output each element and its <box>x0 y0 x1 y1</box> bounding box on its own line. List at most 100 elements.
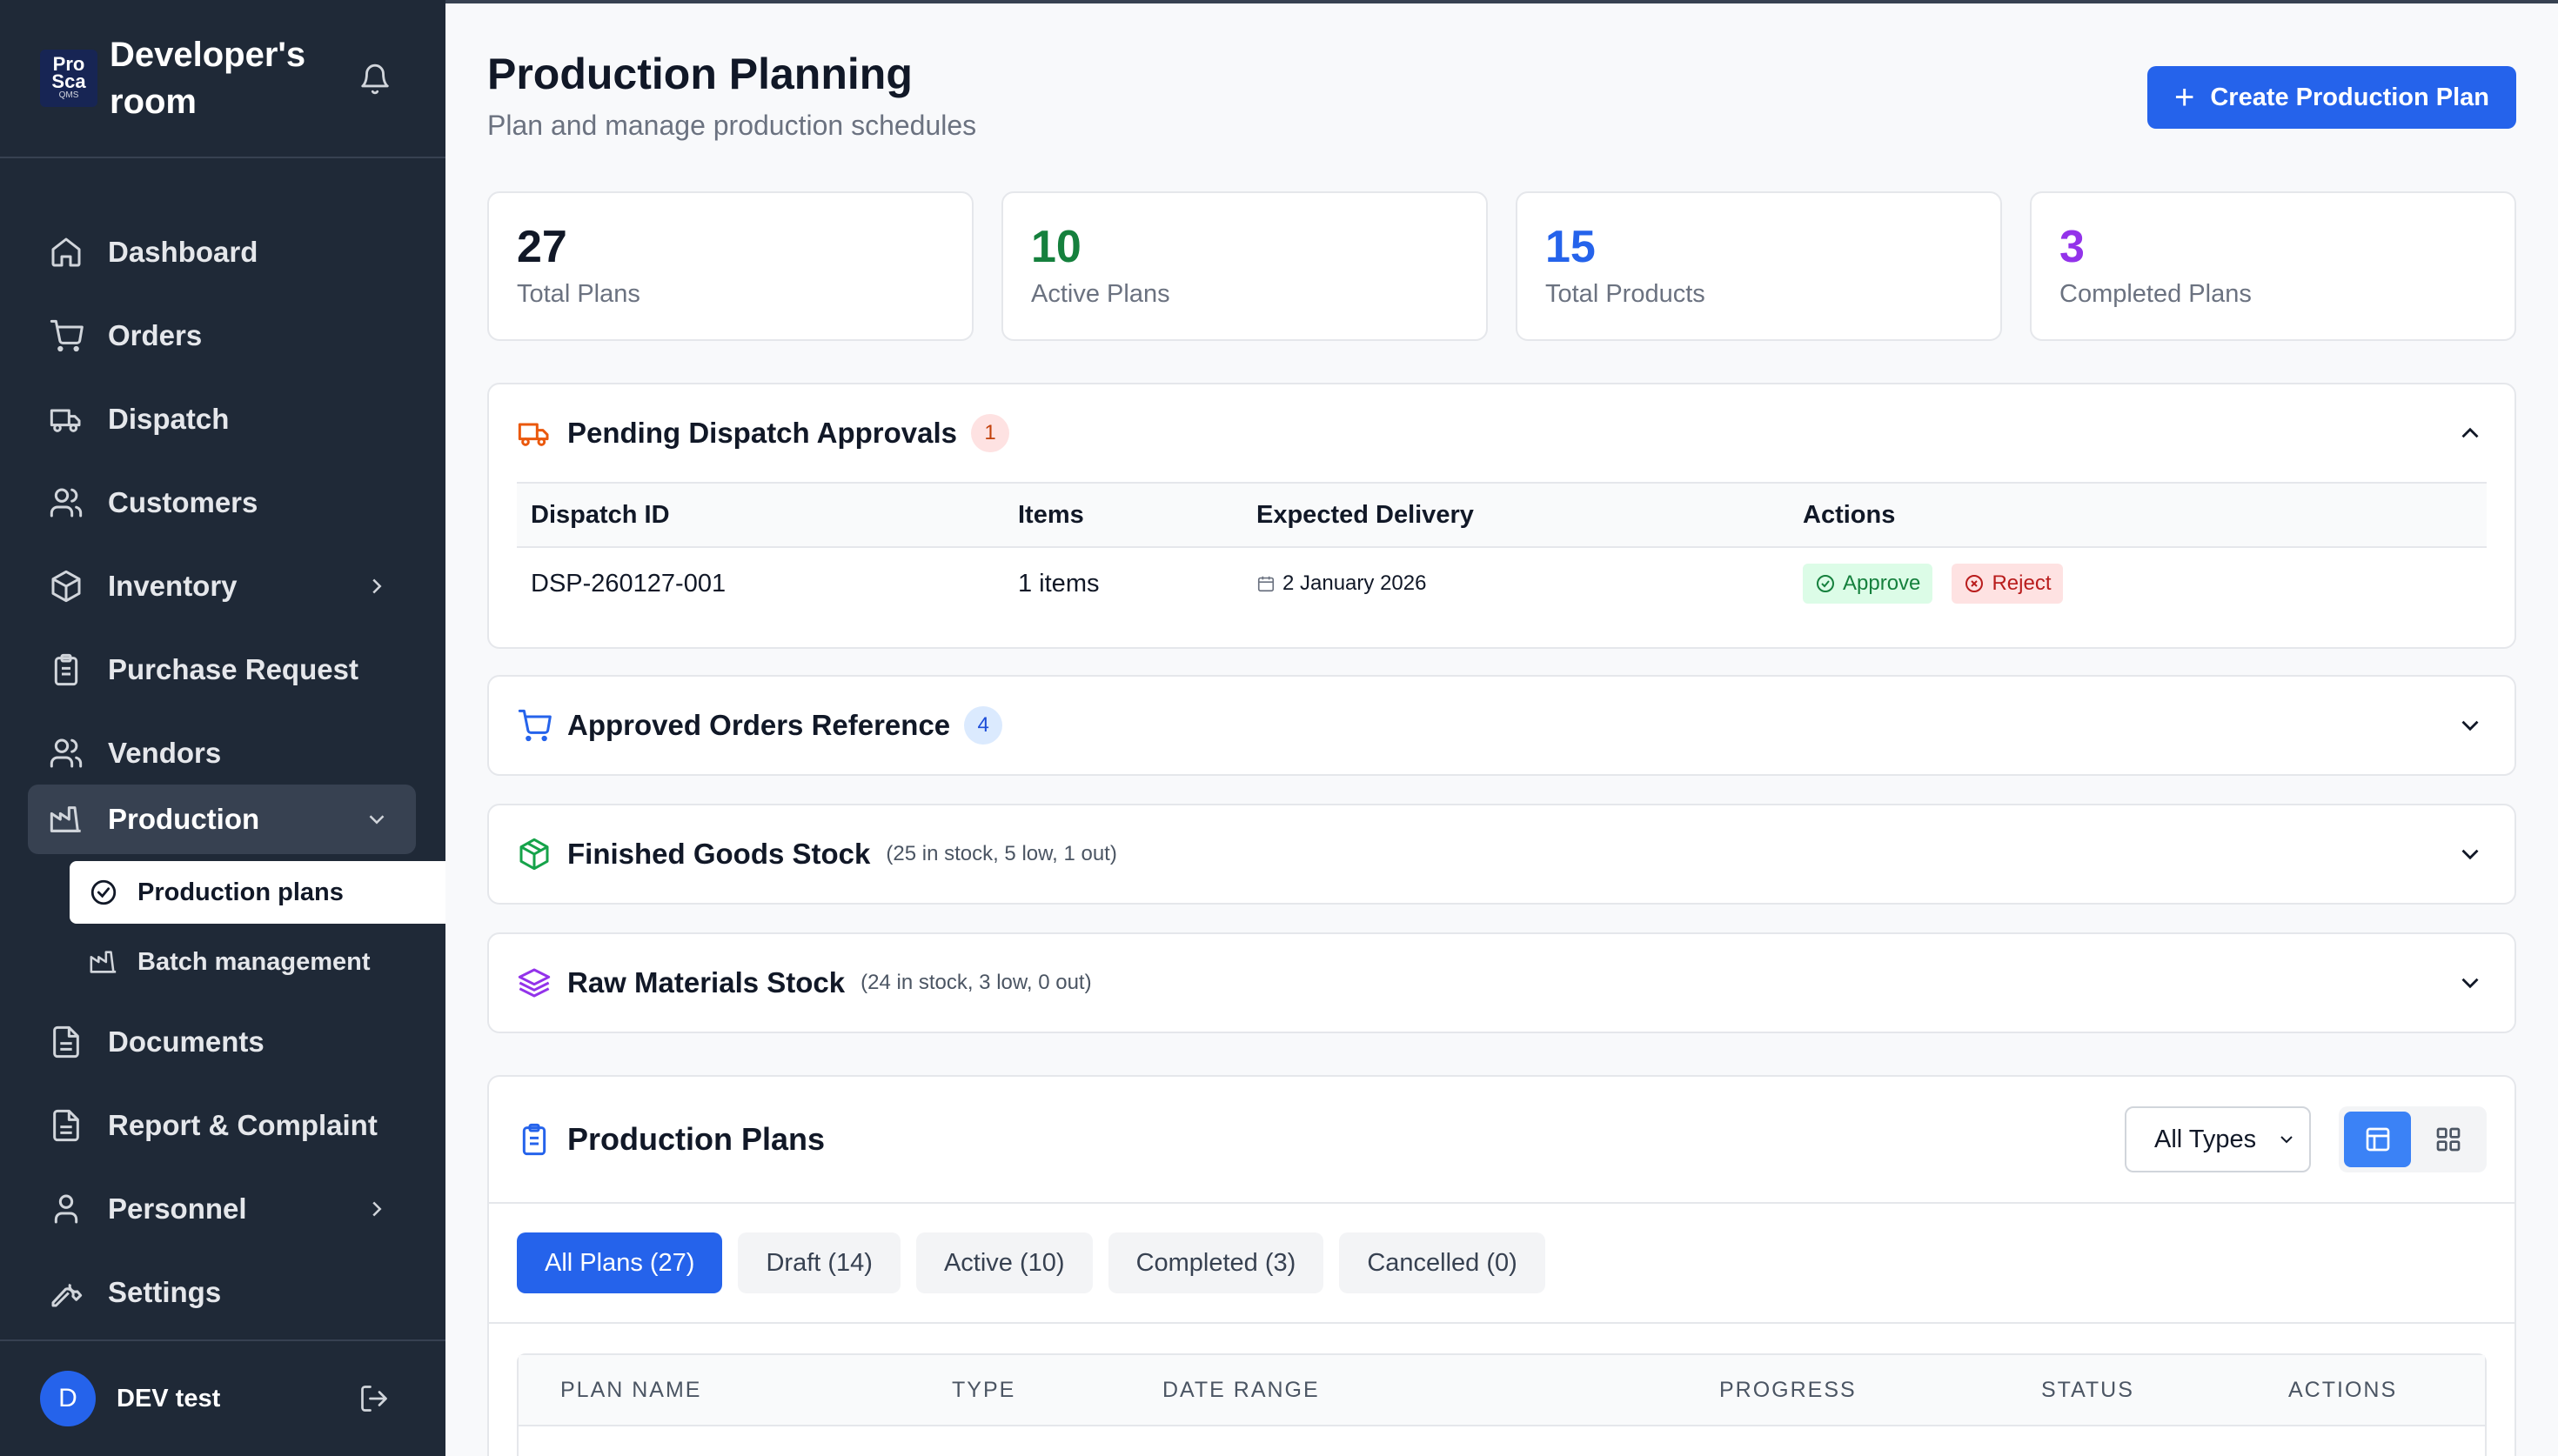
layers-icon <box>518 968 551 998</box>
production-plans-header: Production Plans All Types <box>489 1077 2514 1204</box>
tab-all-plans[interactable]: All Plans (27) <box>517 1232 723 1293</box>
production-plans-panel: Production Plans All Types All Plans (27… <box>487 1075 2516 1456</box>
panel-title: Finished Goods Stock <box>567 838 871 870</box>
column-header: PLAN NAME <box>560 1377 702 1402</box>
cart-icon <box>518 709 552 742</box>
panel-title: Raw Materials Stock <box>567 966 846 998</box>
table-header-row: PLAN NAME TYPE DATE RANGE PROGRESS STATU… <box>519 1355 2485 1426</box>
sidebar-item-label: Vendors <box>108 737 222 769</box>
type-filter-select[interactable]: All Types <box>2125 1106 2311 1172</box>
count-badge: 1 <box>971 414 1010 452</box>
stat-card-completed-plans: 3 Completed Plans <box>2030 191 2516 341</box>
finished-goods-panel: Finished Goods Stock (25 in stock, 5 low… <box>487 804 2516 905</box>
chevron-down-icon[interactable] <box>2455 839 2485 869</box>
sidebar-item-documents[interactable]: Documents <box>28 1007 416 1077</box>
dispatch-delivery: 2 January 2026 <box>1256 571 1803 596</box>
chevron-down-icon[interactable] <box>2455 968 2485 998</box>
sidebar-item-vendors[interactable]: Vendors <box>28 718 416 788</box>
avatar[interactable]: D <box>40 1371 96 1426</box>
sidebar-item-label: Dispatch <box>108 403 230 435</box>
chevron-up-icon[interactable] <box>2455 418 2485 448</box>
stat-card-active-plans: 10 Active Plans <box>1001 191 1488 341</box>
create-production-plan-button[interactable]: + Create Production Plan <box>2147 66 2516 129</box>
stat-value: 10 <box>1031 222 1081 272</box>
stat-label: Total Plans <box>517 280 640 308</box>
sidebar-item-dashboard[interactable]: Dashboard <box>28 217 416 287</box>
stat-card-total-plans: 27 Total Plans <box>487 191 974 341</box>
calendar-icon <box>1257 576 1275 592</box>
tab-completed[interactable]: Completed (3) <box>1108 1232 1324 1293</box>
sidebar-item-label: Inventory <box>108 570 238 602</box>
view-toggle <box>2339 1106 2487 1172</box>
sidebar-subitem-batch-management[interactable]: Batch management <box>70 931 445 993</box>
truck-icon <box>50 409 81 432</box>
stat-value: 27 <box>517 222 567 272</box>
raw-materials-header[interactable]: Raw Materials Stock (24 in stock, 3 low,… <box>489 934 2514 1032</box>
users-icon <box>50 738 83 768</box>
sidebar-item-production[interactable]: Production <box>28 785 416 854</box>
package-icon <box>519 838 549 871</box>
sidebar-subitem-production-plans[interactable]: Production plans <box>70 861 445 924</box>
approve-label: Approve <box>1843 571 1921 595</box>
table-icon <box>2366 1127 2389 1152</box>
reject-button[interactable]: Reject <box>1952 564 2064 604</box>
stock-summary: (24 in stock, 3 low, 0 out) <box>860 971 1092 994</box>
stat-label: Active Plans <box>1031 280 1170 308</box>
sidebar-item-orders[interactable]: Orders <box>28 301 416 371</box>
top-border <box>445 0 2558 3</box>
column-header: STATUS <box>2041 1377 2134 1402</box>
table-view-button[interactable] <box>2344 1112 2411 1167</box>
wrench-icon <box>51 1284 83 1307</box>
stock-summary: (25 in stock, 5 low, 1 out) <box>886 842 1117 865</box>
panel-title: Approved Orders Reference <box>567 709 951 741</box>
approve-button[interactable]: Approve <box>1803 564 1933 604</box>
finished-goods-header[interactable]: Finished Goods Stock (25 in stock, 5 low… <box>489 805 2514 903</box>
pending-dispatch-header[interactable]: Pending Dispatch Approvals 1 <box>489 384 2514 482</box>
sidebar-item-report-complaint[interactable]: Report & Complaint <box>28 1091 416 1160</box>
sidebar-item-label: Production <box>108 803 260 835</box>
table-header-row: Dispatch ID Items Expected Delivery Acti… <box>517 484 2487 548</box>
sidebar-item-customers[interactable]: Customers <box>28 468 416 538</box>
truck-icon <box>518 423 549 446</box>
chevron-down-icon <box>369 815 385 825</box>
tab-draft[interactable]: Draft (14) <box>738 1232 901 1293</box>
table-row: DSP-260127-001 1 items 2 January 2026 Ap… <box>517 548 2487 619</box>
clipboard-icon <box>522 1123 546 1156</box>
sidebar-subitem-label: Production plans <box>137 878 344 906</box>
approved-orders-panel: Approved Orders Reference 4 <box>487 675 2516 776</box>
panel-title: Production Plans <box>567 1121 826 1157</box>
bell-icon[interactable] <box>358 63 392 96</box>
panel-title: Pending Dispatch Approvals <box>567 417 958 449</box>
approved-orders-header[interactable]: Approved Orders Reference 4 <box>489 677 2514 774</box>
grid-icon <box>2436 1127 2460 1152</box>
logout-icon[interactable] <box>358 1383 390 1414</box>
sidebar-item-inventory[interactable]: Inventory <box>28 551 416 621</box>
sidebar-item-purchase-request[interactable]: Purchase Request <box>28 635 416 705</box>
dispatch-actions: Approve Reject <box>1803 564 2487 604</box>
grid-view-button[interactable] <box>2414 1112 2481 1167</box>
user-name: DEV test <box>117 1384 221 1413</box>
chevron-down-icon[interactable] <box>2455 711 2485 740</box>
page-subtitle: Plan and manage production schedules <box>487 110 977 141</box>
user-icon <box>54 1194 78 1224</box>
factory-icon <box>50 806 81 832</box>
check-circle-icon <box>1817 575 1834 592</box>
tab-active[interactable]: Active (10) <box>915 1232 1093 1293</box>
sidebar-item-personnel[interactable]: Personnel <box>28 1174 416 1244</box>
raw-materials-panel: Raw Materials Stock (24 in stock, 3 low,… <box>487 932 2516 1033</box>
x-circle-icon <box>1965 575 1984 592</box>
column-header: Expected Delivery <box>1256 500 1474 529</box>
sidebar-item-label: Orders <box>108 319 203 351</box>
sidebar-item-dispatch[interactable]: Dispatch <box>28 384 416 454</box>
stat-card-total-products: 15 Total Products <box>1516 191 2002 341</box>
brand-name: Developer's room <box>110 36 306 121</box>
sidebar-item-settings[interactable]: Settings <box>28 1258 416 1327</box>
sidebar-item-label: Documents <box>108 1025 265 1058</box>
dispatch-table: Dispatch ID Items Expected Delivery Acti… <box>517 482 2487 619</box>
sidebar: Pro Sca QMS Developer's room Dashboard Ord… <box>0 0 445 1456</box>
stat-label: Total Products <box>1545 280 1705 308</box>
chevron-right-icon <box>372 1201 382 1217</box>
tab-cancelled[interactable]: Cancelled (0) <box>1339 1232 1545 1293</box>
column-header: TYPE <box>952 1377 1016 1402</box>
factory-icon <box>90 951 117 973</box>
